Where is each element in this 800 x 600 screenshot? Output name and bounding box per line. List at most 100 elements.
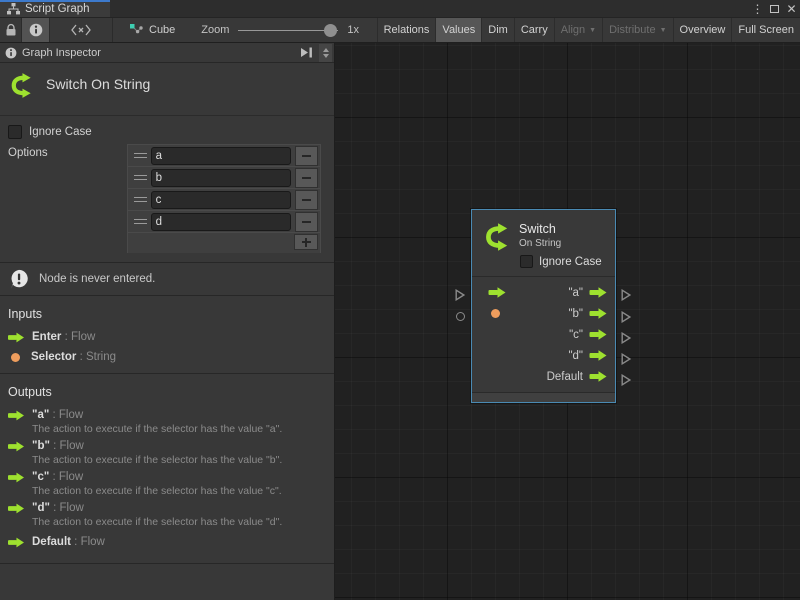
external-output-handle-default[interactable] [621,374,631,386]
node-footer [472,392,615,402]
node-ignore-case-label: Ignore Case [539,256,602,268]
info-icon [29,23,43,37]
values-button[interactable]: Values [435,18,481,42]
align-dropdown[interactable]: Align ▼ [554,18,602,42]
chevron-down-icon: ▼ [589,27,596,34]
port-label: "b" [568,308,583,320]
switch-on-string-node[interactable]: Switch On String Ignore Case "a" [471,209,616,403]
window-menu-kebab-icon[interactable]: ⋮ [749,0,766,17]
drag-handle-icon[interactable] [134,175,147,181]
string-input-port[interactable] [491,309,500,318]
chevron-down-icon: ▼ [660,27,667,34]
value-scrubber[interactable] [319,44,332,62]
remove-option-button[interactable] [295,190,318,210]
switch-node-icon [8,72,35,99]
carry-button[interactable]: Carry [514,18,554,42]
active-tab-indicator [0,0,110,2]
node-ignore-case-checkbox[interactable] [520,255,533,268]
flow-arrow-icon [8,441,24,452]
output-port-a: "a" : Flow The action to execute if the … [8,409,326,435]
option-input-c[interactable] [151,191,291,209]
output-port-b: "b" : Flow The action to execute if the … [8,440,326,466]
graph-canvas[interactable]: Switch On String Ignore Case "a" [335,43,800,600]
graph-hierarchy-icon [7,3,20,15]
external-output-handle-c[interactable] [621,332,631,344]
flow-input-port[interactable] [488,287,506,298]
options-list [127,144,321,253]
flow-arrow-icon [8,332,24,343]
option-input-d[interactable] [151,213,291,231]
drag-handle-icon[interactable] [134,153,147,159]
port-description: The action to execute if the selector ha… [32,516,326,528]
tab-script-graph[interactable]: Script Graph [0,0,110,17]
inspector-title: Graph Inspector [22,47,101,59]
drag-handle-icon[interactable] [134,197,147,203]
zoom-slider-handle[interactable] [324,24,337,37]
minus-icon [302,221,311,223]
switch-node-icon [482,222,512,252]
maximize-icon[interactable] [766,0,783,17]
external-output-handle-d[interactable] [621,353,631,365]
outputs-section: Outputs "a" : Flow The action to execute… [0,374,334,564]
external-flow-input-handle[interactable] [455,289,465,301]
string-port-icon [11,353,20,362]
flow-output-port[interactable] [589,308,607,319]
lock-button[interactable] [0,18,21,42]
option-row [128,167,320,189]
input-port-selector: Selector : String [8,351,326,363]
node-title: Switch [519,222,561,236]
remove-option-button[interactable] [295,212,318,232]
relations-button[interactable]: Relations [377,18,436,42]
node-row: "b" [472,303,615,324]
remove-option-button[interactable] [295,146,318,166]
flow-arrow-icon [8,472,24,483]
zoom-value: 1x [347,24,359,36]
node-title-text: Switch On String [46,72,150,92]
overview-button[interactable]: Overview [673,18,732,42]
zoom-slider-track[interactable] [238,30,338,32]
zoom-slider[interactable] [238,24,338,37]
flow-output-port[interactable] [589,371,607,382]
graph-owner-icon [129,23,143,37]
graph-toolbar: Cube Zoom 1x Relations Values Dim Carry … [0,18,800,43]
external-output-handle-b[interactable] [621,311,631,323]
close-icon[interactable]: ✕ [783,0,800,17]
flow-output-port[interactable] [589,287,607,298]
node-row: "a" [472,282,615,303]
option-row [128,211,320,233]
external-output-handle-a[interactable] [621,289,631,301]
output-port-d: "d" : Flow The action to execute if the … [8,502,326,528]
distribute-dropdown[interactable]: Distribute ▼ [602,18,672,42]
dim-button[interactable]: Dim [481,18,514,42]
drag-handle-icon[interactable] [134,219,147,225]
port-description: The action to execute if the selector ha… [32,423,326,435]
zoom-control: Zoom 1x [201,18,359,42]
node-body: "a" "b" "c" "d" [472,276,615,392]
remove-option-button[interactable] [295,168,318,188]
dock-panel-icon[interactable] [299,46,314,59]
node-header[interactable]: Switch On String Ignore Case [472,210,615,276]
code-preview-button[interactable] [50,18,112,42]
port-label: Default [547,371,583,383]
option-input-b[interactable] [151,169,291,187]
add-option-button[interactable] [294,234,318,250]
flow-output-port[interactable] [589,329,607,340]
option-input-a[interactable] [151,147,291,165]
node-row: "d" [472,345,615,366]
lock-icon [5,23,17,37]
inspector-header: Graph Inspector [0,43,334,63]
tab-title: Script Graph [25,3,90,15]
graph-owner-button[interactable]: Cube [129,18,175,42]
node-title-section: Switch On String [0,63,334,116]
full-screen-button[interactable]: Full Screen [731,18,800,42]
flow-output-port[interactable] [589,350,607,361]
input-port-enter: Enter : Flow [8,331,326,343]
output-port-c: "c" : Flow The action to execute if the … [8,471,326,497]
external-string-input-handle[interactable] [456,312,465,321]
node-row: "c" [472,324,615,345]
warning-bubble-icon [8,268,30,290]
warning-box: Node is never entered. [0,262,334,296]
port-label: "c" [569,329,583,341]
ignore-case-checkbox[interactable] [8,125,22,139]
inspector-toggle-button[interactable] [22,18,49,42]
